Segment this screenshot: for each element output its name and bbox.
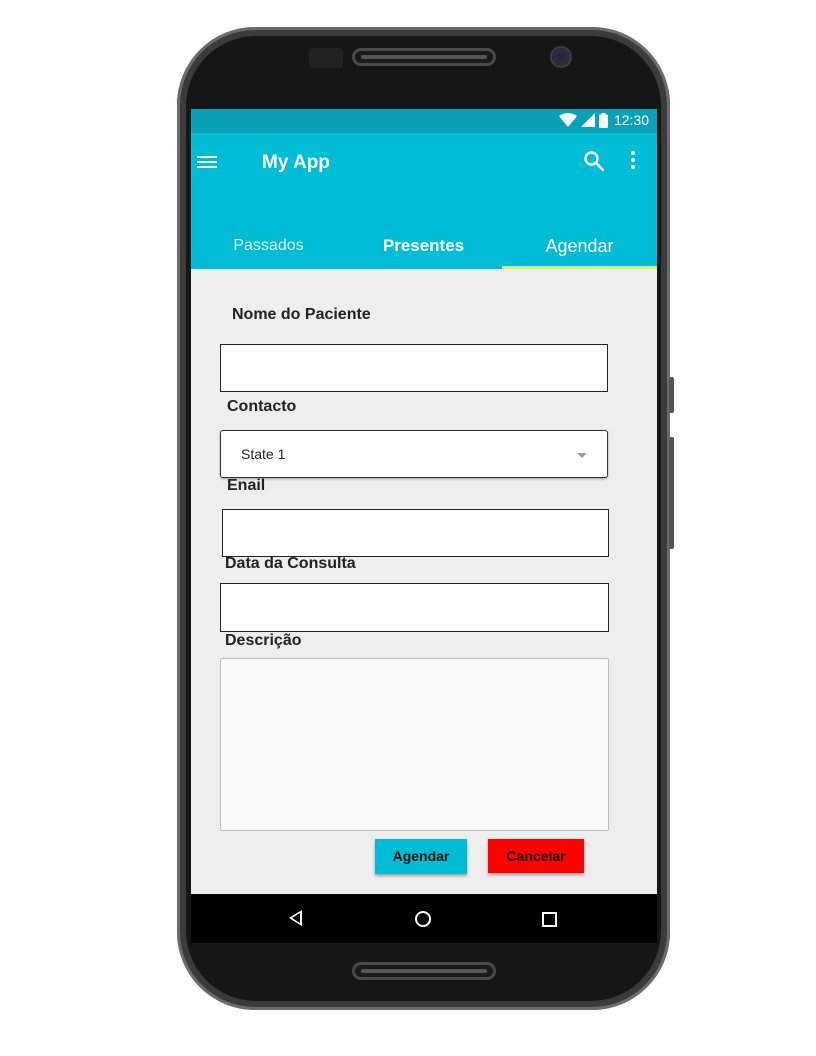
contact-select-value: State 1 [241,446,286,462]
search-icon[interactable] [583,150,605,172]
status-bar: 12:30 [191,109,657,133]
app-bar: My App Passados Presentes Agendar [191,133,657,269]
patient-name-field[interactable] [220,344,608,392]
cancel-button[interactable]: Cancelar [488,839,584,873]
description-textarea[interactable] [220,658,609,831]
top-speaker [352,48,496,66]
screen: 12:30 My App Passados Presentes Agendar … [191,109,657,943]
schedule-form: Nome do Paciente Contacto State 1 Enail … [198,269,647,894]
signal-icon [580,113,595,127]
contact-label: Contacto [227,398,297,415]
wifi-icon [558,113,577,127]
power-button [669,377,674,413]
schedule-button[interactable]: Agendar [375,839,467,874]
more-vert-icon[interactable] [627,151,639,173]
status-time: 12:30 [613,112,649,128]
proximity-sensor [309,48,343,68]
email-label: Enail [227,477,266,494]
volume-button [669,437,674,549]
patient-name-label: Nome do Paciente [232,306,371,323]
back-icon[interactable] [289,910,302,926]
description-label: Descrição [225,632,302,649]
menu-icon[interactable] [197,153,217,171]
tab-passados[interactable]: Passados [191,229,346,269]
contact-select[interactable]: State 1 [220,430,608,478]
date-field[interactable] [220,583,609,632]
status-icons: 12:30 [558,112,649,128]
navigation-bar [191,894,657,943]
home-icon[interactable] [415,911,431,927]
battery-icon [598,112,608,128]
bottom-speaker [352,962,496,980]
app-title: My App [262,152,330,173]
date-label: Data da Consulta [225,555,356,572]
chevron-down-icon [577,453,587,458]
recent-apps-icon[interactable] [542,912,557,927]
tab-presentes[interactable]: Presentes [346,229,501,269]
tab-agendar[interactable]: Agendar [502,229,657,269]
email-field[interactable] [222,509,609,557]
front-camera [550,46,572,68]
